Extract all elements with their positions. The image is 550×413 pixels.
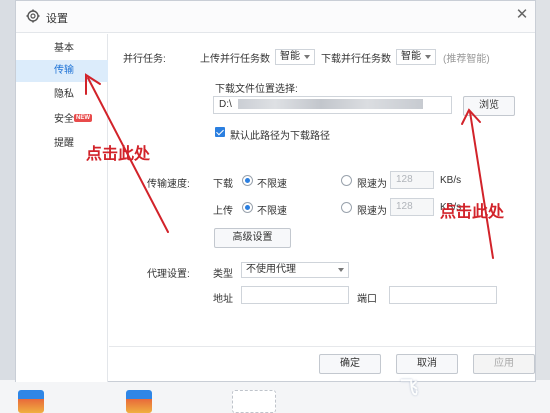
add-app-icon[interactable] xyxy=(232,390,276,413)
default-path-label: 默认此路径为下载路径 xyxy=(230,131,330,142)
window-title: 设置 xyxy=(46,13,68,25)
sidebar-item-label: 传输 xyxy=(54,65,74,76)
settings-dialog: 设置 ✕ 基本 传输 隐私 安全 NEW 提醒 并行任务: 上传并行任务数 智能… xyxy=(15,0,536,382)
background-left xyxy=(0,0,16,413)
sidebar-item-security[interactable]: 安全 NEW xyxy=(16,109,108,131)
cancel-button[interactable]: 取消 xyxy=(396,354,458,374)
gear-icon xyxy=(26,9,40,23)
sidebar-item-basic[interactable]: 基本 xyxy=(16,38,108,60)
app-icon[interactable] xyxy=(18,390,44,413)
annotation-text-left: 点击此处 xyxy=(86,146,151,163)
proxy-type-value: 不使用代理 xyxy=(246,264,296,275)
annotation-text-right: 点击此处 xyxy=(440,204,505,221)
upload-unlimited-label: 不限速 xyxy=(257,206,287,217)
apply-button[interactable]: 应用 xyxy=(473,354,535,374)
sidebar-item-privacy[interactable]: 隐私 xyxy=(16,84,108,106)
parallel-tasks-label: 并行任务: xyxy=(123,54,166,65)
blurred-path xyxy=(237,99,423,110)
browse-button[interactable]: 浏览 xyxy=(463,96,515,116)
watermark: 飞 xyxy=(400,378,418,398)
download-speed-label: 下载 xyxy=(213,179,233,190)
app-icon[interactable] xyxy=(126,390,152,413)
sidebar-item-label: 隐私 xyxy=(54,89,74,100)
upload-limit-label: 限速为 xyxy=(357,206,387,217)
upload-limit-radio[interactable] xyxy=(341,202,352,213)
new-badge: NEW xyxy=(74,114,92,122)
title-bar: 设置 ✕ xyxy=(16,1,535,33)
download-limit-radio[interactable] xyxy=(341,175,352,186)
default-path-checkbox[interactable] xyxy=(215,127,225,137)
download-unlimited-radio[interactable] xyxy=(242,175,253,186)
chevron-down-icon xyxy=(304,55,310,59)
transfer-speed-label: 传输速度: xyxy=(147,179,190,190)
proxy-port-label: 端口 xyxy=(357,294,377,305)
upload-unlimited-radio[interactable] xyxy=(242,202,253,213)
advanced-settings-button[interactable]: 高级设置 xyxy=(214,228,291,248)
proxy-address-label: 地址 xyxy=(213,294,233,305)
upload-parallel-label: 上传并行任务数 xyxy=(200,54,270,65)
sidebar-item-transfer[interactable]: 传输 xyxy=(16,60,108,82)
settings-sidebar: 基本 传输 隐私 安全 NEW 提醒 xyxy=(16,34,108,382)
proxy-type-label: 类型 xyxy=(213,269,233,280)
upload-limit-input[interactable]: 128 xyxy=(390,198,434,216)
download-parallel-value: 智能 xyxy=(401,51,421,62)
upload-parallel-select[interactable]: 智能 xyxy=(275,49,315,65)
chevron-down-icon xyxy=(338,268,344,272)
proxy-address-input[interactable] xyxy=(241,286,349,304)
download-limit-unit: KB/s xyxy=(440,175,462,186)
sidebar-item-label: 基本 xyxy=(54,43,74,54)
proxy-type-select[interactable]: 不使用代理 xyxy=(241,262,349,278)
sidebar-item-label: 提醒 xyxy=(54,138,74,149)
parallel-hint: (推荐智能) xyxy=(443,54,490,65)
dialog-footer: 确定 取消 应用 xyxy=(109,346,535,382)
download-parallel-select[interactable]: 智能 xyxy=(396,49,436,65)
download-limit-input[interactable]: 128 xyxy=(390,171,434,189)
upload-parallel-value: 智能 xyxy=(280,51,300,62)
close-button[interactable]: ✕ xyxy=(514,7,530,23)
ok-button[interactable]: 确定 xyxy=(319,354,381,374)
upload-speed-label: 上传 xyxy=(213,206,233,217)
proxy-settings-label: 代理设置: xyxy=(147,269,190,280)
sidebar-item-label: 安全 xyxy=(54,114,74,125)
download-limit-label: 限速为 xyxy=(357,179,387,190)
chevron-down-icon xyxy=(425,55,431,59)
download-unlimited-label: 不限速 xyxy=(257,179,287,190)
download-path-prefix: D:\ xyxy=(219,99,232,110)
download-location-label: 下载文件位置选择: xyxy=(215,84,298,95)
download-parallel-label: 下载并行任务数 xyxy=(321,54,391,65)
background-right xyxy=(536,0,550,413)
proxy-port-input[interactable] xyxy=(389,286,497,304)
download-path-field[interactable]: D:\ xyxy=(213,96,452,114)
